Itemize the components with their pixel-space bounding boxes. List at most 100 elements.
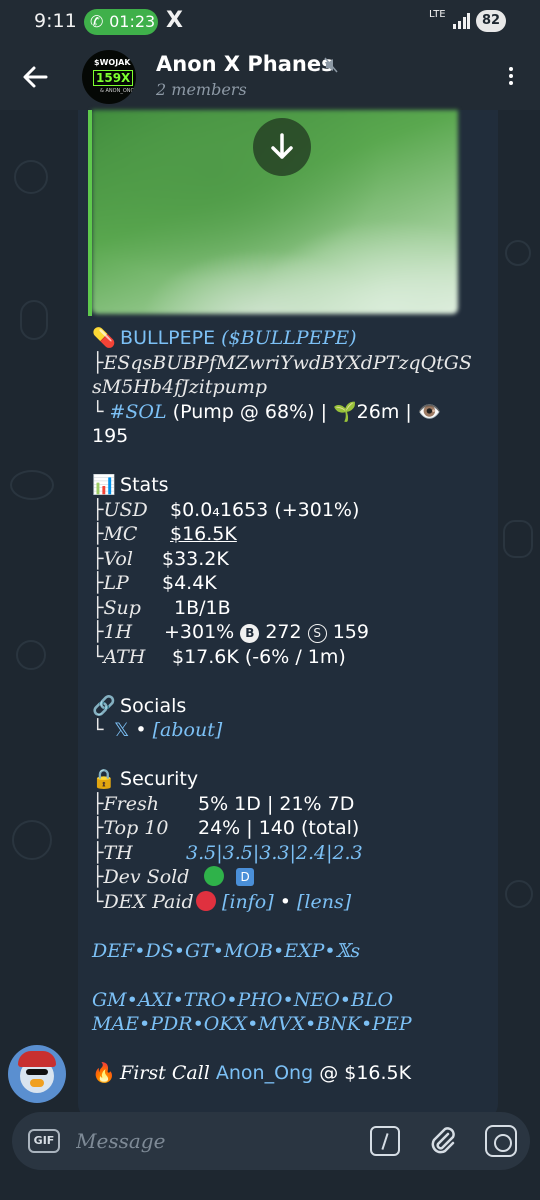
stats-key: ├Vol (92, 547, 133, 570)
security-title: Security (120, 768, 199, 790)
dev-badge: D (236, 868, 255, 886)
stats-title: Stats (120, 474, 169, 496)
security-key: ├Dev Sold (92, 866, 190, 888)
back-arrow-icon[interactable] (20, 62, 50, 92)
security-key: └DEX Paid (92, 890, 194, 913)
stats-value-mc[interactable]: $16.5K (170, 523, 237, 545)
tree-prefix: └ (92, 719, 104, 741)
security-row: ├Dev Sold D (92, 865, 492, 890)
avatar-text-top: $WOJAK (94, 58, 131, 67)
separator: • (279, 890, 291, 913)
wallpaper-doodle (505, 240, 531, 266)
message-text: 💊 BULLPEPE ($BULLPEPE) ├ESqsBUBPfMZwriYw… (92, 326, 492, 1086)
stats-row: ├LP $4.4K (92, 571, 492, 596)
trade-links-row2[interactable]: MAE•PDR•OKX•MVX•BNK•PEP (92, 1012, 492, 1037)
x-social-link[interactable]: 𝕏 (114, 719, 129, 741)
stats-heading: 📊 Stats (92, 473, 492, 498)
green-status-dot (204, 866, 224, 886)
avatar-hat (18, 1051, 56, 1067)
stats-value: 1B/1B (174, 596, 231, 619)
info-link[interactable]: [info] (222, 891, 274, 913)
security-key: ├Top 10 (92, 817, 169, 839)
token-ticker-link[interactable]: ($BULLPEPE) (221, 327, 356, 349)
pill-emoji: 💊 (92, 327, 116, 349)
chat-header: $WOJAK 159X & ANON_ONG Anon X Phanes 2 m… (0, 44, 540, 110)
reply-accent-bar (88, 110, 92, 316)
first-call-label: First Call (120, 1062, 210, 1084)
about-link[interactable]: [about] (153, 719, 223, 741)
battery-icon: 82 (476, 10, 506, 32)
chain-details: (Pump @ 68%) | 🌱26m | 👁️ (166, 400, 442, 423)
download-button[interactable] (253, 118, 311, 176)
contract-address-line1[interactable]: ├ESqsBUBPfMZwriYwdBYXdPTzqQtGS (92, 351, 492, 376)
security-value: 24% | 140 (total) (198, 817, 360, 839)
security-key: ├Fresh (92, 792, 159, 815)
security-row: ├Top 10 24% | 140 (total) (92, 816, 492, 841)
more-menu-icon[interactable] (506, 64, 516, 92)
avatar-glasses (26, 1069, 48, 1075)
wallpaper-doodle (14, 160, 48, 194)
security-key: ├TH (92, 841, 133, 864)
separator: • (135, 719, 147, 741)
system-nav-bar (0, 1178, 540, 1200)
top-holders-links[interactable]: 3.5|3.5|3.3|2.4|2.3 (186, 842, 363, 864)
chain-hashtag[interactable]: #SOL (109, 401, 166, 423)
group-avatar[interactable]: $WOJAK 159X & ANON_ONG (82, 50, 136, 104)
chart-icon: 📊 (92, 474, 116, 496)
fire-emoji: 🔥 (92, 1062, 116, 1084)
socials-heading: 🔗 Socials (92, 694, 492, 719)
link-icon: 🔗 (92, 694, 116, 717)
lens-link[interactable]: [lens] (297, 891, 351, 913)
trade-links-row1[interactable]: GM•AXI•TRO•PHO•NEO•BLO (92, 988, 492, 1013)
stats-key: ├LP (92, 572, 129, 594)
lte-indicator: LTE (429, 9, 446, 20)
x-app-icon: X (166, 8, 183, 33)
stats-value: +301% (164, 621, 235, 643)
avatar-text-main: 159X (93, 70, 134, 86)
first-call-mc: @ $16.5K (319, 1062, 412, 1084)
views-count: 195 (92, 425, 129, 447)
call-timer-pill[interactable]: ✆ 01:23 (84, 9, 158, 35)
chart-links-row[interactable]: DEF•DS•GT•MOB•EXP•𝕏s (92, 939, 492, 964)
socials-row: └ 𝕏 • [about] (92, 718, 492, 743)
socials-title: Socials (120, 694, 187, 717)
message-input[interactable] (76, 1126, 356, 1156)
security-heading: 🔒 Security (92, 767, 492, 792)
signal-icon (453, 13, 470, 29)
camera-icon[interactable] (485, 1125, 517, 1157)
stats-key: └ATH (92, 645, 146, 668)
paperclip-icon[interactable] (426, 1125, 458, 1157)
token-name-link[interactable]: BULLPEPE (120, 327, 215, 349)
wallpaper-doodle (10, 470, 54, 500)
chat-title[interactable]: Anon X Phanes (156, 52, 334, 76)
token-line: 💊 BULLPEPE ($BULLPEPE) (92, 326, 492, 351)
stats-value: $4.4K (162, 572, 217, 594)
tree-prefix: └ (92, 400, 110, 423)
sells-icon: S (307, 624, 327, 643)
sells-count: 159 (332, 621, 369, 643)
member-count: 2 members (156, 80, 247, 99)
lock-icon: 🔒 (92, 768, 116, 790)
stats-value: $17.6K (-6% / 1m) (172, 645, 346, 668)
stats-value: $0.0₄1653 (+301%) (170, 498, 360, 521)
first-call-line: 🔥 First Call Anon_Ong @ $16.5K (92, 1061, 492, 1086)
stats-key: ├Sup (92, 596, 141, 619)
security-row: └DEX Paid [info] • [lens] (92, 890, 492, 915)
stats-key: ├1H (92, 621, 133, 643)
sender-avatar[interactable] (8, 1045, 66, 1103)
bot-command-icon[interactable] (370, 1126, 400, 1156)
wallpaper-doodle (16, 640, 46, 670)
security-row: ├TH 3.5|3.5|3.3|2.4|2.3 (92, 841, 492, 866)
contract-address-line2[interactable]: sM5Hb4fJzitpump (92, 375, 492, 400)
stats-row: ├1H +301% B 272 S 159 (92, 620, 492, 645)
chain-line: └ #SOL (Pump @ 68%) | 🌱26m | 👁️ (92, 400, 492, 425)
mute-icon (324, 57, 338, 73)
stats-value: $33.2K (162, 547, 229, 570)
caller-username-link[interactable]: Anon_Ong (216, 1062, 313, 1084)
red-status-dot (196, 890, 216, 911)
security-row: ├Fresh 5% 1D | 21% 7D (92, 792, 492, 817)
avatar-beak (30, 1079, 44, 1087)
wallpaper-doodle (503, 520, 533, 558)
buys-count: 272 (265, 621, 302, 643)
gif-button[interactable]: GIF (28, 1129, 60, 1153)
